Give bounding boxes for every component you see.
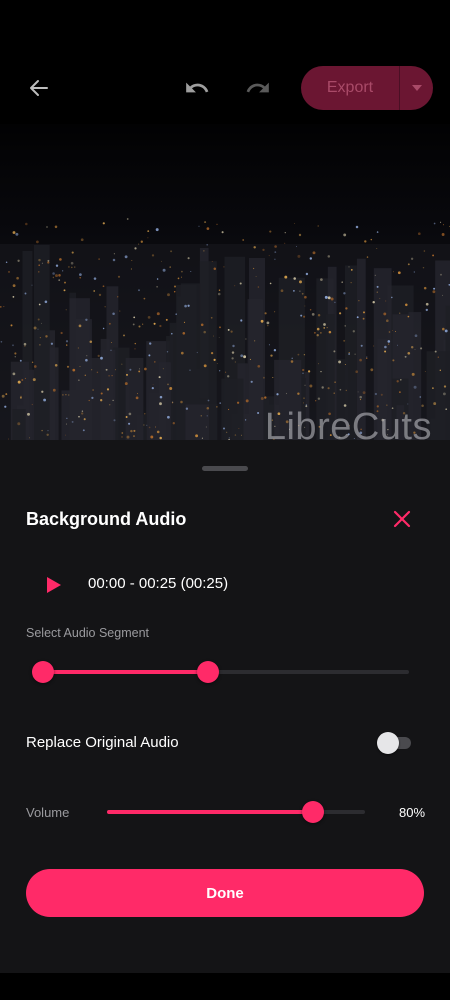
- volume-label: Volume: [26, 805, 70, 820]
- watermark-text: LibreCuts: [264, 406, 432, 440]
- segment-end-thumb[interactable]: [196, 661, 219, 683]
- redo-icon: [246, 82, 269, 93]
- app-screen: Export LibreCuts Background Audio 00:00 …: [0, 0, 450, 1000]
- undo-button[interactable]: [175, 66, 219, 110]
- background-audio-sheet: Background Audio 00:00 - 00:25 (00:25) S…: [0, 440, 450, 973]
- play-button[interactable]: [38, 569, 70, 601]
- segment-slider-track[interactable]: [32, 661, 409, 683]
- sheet-drag-handle[interactable]: [202, 466, 248, 471]
- done-button[interactable]: Done: [26, 869, 424, 917]
- time-range-text: 00:00 - 00:25 (00:25): [88, 575, 229, 592]
- caret-down-icon: [411, 85, 422, 91]
- top-toolbar: Export: [0, 0, 450, 124]
- export-split-button: Export: [301, 66, 433, 110]
- segment-label: Select Audio Segment: [26, 626, 149, 640]
- sheet-title: Background Audio: [26, 509, 187, 529]
- play-icon: [47, 577, 61, 593]
- bottom-system-bar: [0, 973, 450, 1000]
- volume-thumb[interactable]: [302, 801, 325, 823]
- replace-audio-toggle[interactable]: [377, 732, 411, 754]
- segment-start-thumb[interactable]: [32, 661, 54, 683]
- back-button[interactable]: [17, 66, 61, 110]
- close-icon: [393, 510, 411, 528]
- undo-icon: [186, 82, 209, 93]
- volume-slider-track[interactable]: [107, 801, 365, 823]
- volume-slider-fill: [107, 810, 314, 814]
- export-button[interactable]: Export: [301, 79, 399, 97]
- close-button[interactable]: [386, 503, 418, 535]
- replace-audio-label: Replace Original Audio: [26, 734, 179, 751]
- city-night-image: [0, 124, 450, 440]
- toggle-knob: [377, 732, 399, 754]
- volume-value: 80%: [399, 805, 426, 820]
- redo-button[interactable]: [236, 66, 280, 110]
- arrow-left-icon: [30, 80, 48, 96]
- video-preview[interactable]: LibreCuts: [0, 124, 450, 440]
- segment-slider-fill: [43, 670, 208, 674]
- export-menu-button[interactable]: [400, 66, 433, 110]
